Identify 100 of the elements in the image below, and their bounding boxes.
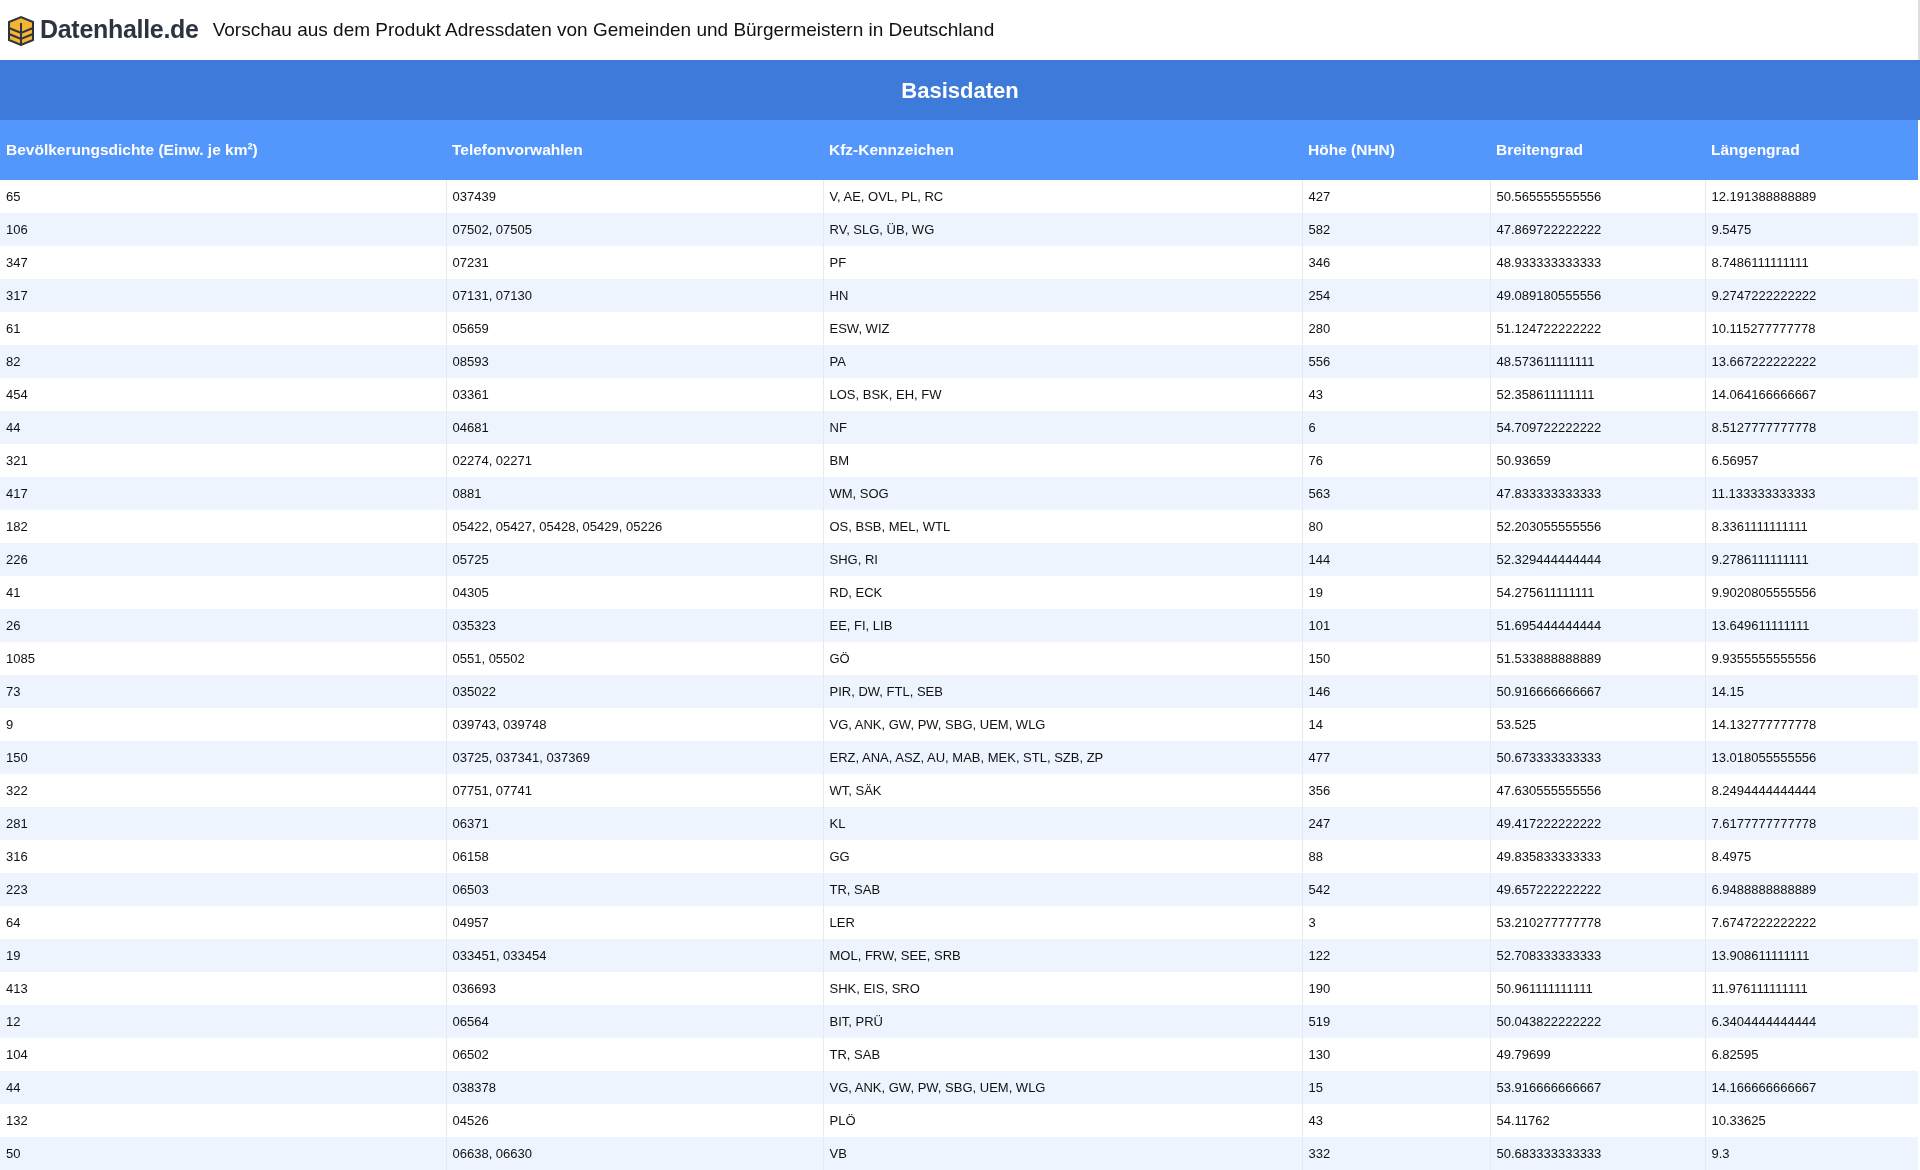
table-cell: 19 xyxy=(0,939,446,972)
column-header: Höhe (NHN) xyxy=(1302,120,1490,180)
table-cell: 9.2747222222222 xyxy=(1705,279,1918,312)
table-cell: 281 xyxy=(0,807,446,840)
table-cell: 44 xyxy=(0,1071,446,1104)
table-cell: 9 xyxy=(0,708,446,741)
table-cell: 06638, 06630 xyxy=(446,1137,823,1170)
table-cell: 61 xyxy=(0,312,446,345)
table-cell: 477 xyxy=(1302,741,1490,774)
table-cell: 0881 xyxy=(446,477,823,510)
table-cell: 6.9488888888889 xyxy=(1705,873,1918,906)
table-cell: 47.833333333333 xyxy=(1490,477,1705,510)
table-cell: PIR, DW, FTL, SEB xyxy=(823,675,1302,708)
table-cell: 8.5127777777778 xyxy=(1705,411,1918,444)
table-cell: 9.2786111111111 xyxy=(1705,543,1918,576)
table-cell: 04681 xyxy=(446,411,823,444)
table-cell: VB xyxy=(823,1137,1302,1170)
table-cell: 106 xyxy=(0,213,446,246)
table-cell: 563 xyxy=(1302,477,1490,510)
table-cell: TR, SAB xyxy=(823,873,1302,906)
table-cell: 50 xyxy=(0,1137,446,1170)
table-cell: 50.916666666667 xyxy=(1490,675,1705,708)
table-cell: 82 xyxy=(0,345,446,378)
table-cell: 417 xyxy=(0,477,446,510)
table-cell: 101 xyxy=(1302,609,1490,642)
table-cell: 11.133333333333 xyxy=(1705,477,1918,510)
table-cell: 07131, 07130 xyxy=(446,279,823,312)
table-cell: 52.708333333333 xyxy=(1490,939,1705,972)
table-cell: ERZ, ANA, ASZ, AU, MAB, MEK, STL, SZB, ZP xyxy=(823,741,1302,774)
table-cell: 321 xyxy=(0,444,446,477)
table-cell: 556 xyxy=(1302,345,1490,378)
table-cell: 132 xyxy=(0,1104,446,1137)
table-cell: 15 xyxy=(1302,1071,1490,1104)
table-cell: 14.166666666667 xyxy=(1705,1071,1918,1104)
table-cell: 223 xyxy=(0,873,446,906)
page-title: Vorschau aus dem Produkt Adressdaten von Gemeinden und Bürgermeistern in Deutschland xyxy=(212,17,995,42)
table-cell: 49.417222222222 xyxy=(1490,807,1705,840)
table-cell: 51.695444444444 xyxy=(1490,609,1705,642)
table-cell: HN xyxy=(823,279,1302,312)
table-cell: 316 xyxy=(0,840,446,873)
table-cell: BIT, PRÜ xyxy=(823,1005,1302,1038)
table-cell: 08593 xyxy=(446,345,823,378)
table-cell: 52.329444444444 xyxy=(1490,543,1705,576)
table-cell: 122 xyxy=(1302,939,1490,972)
table-cell: 322 xyxy=(0,774,446,807)
table-cell: 7.6177777777778 xyxy=(1705,807,1918,840)
column-header: Kfz-Kennzeichen xyxy=(823,120,1302,180)
table-cell: 14.15 xyxy=(1705,675,1918,708)
table-cell: EE, FI, LIB xyxy=(823,609,1302,642)
column-header: Telefonvorwahlen xyxy=(446,120,823,180)
table-cell: 9.5475 xyxy=(1705,213,1918,246)
table-cell: 06503 xyxy=(446,873,823,906)
table-cell: 146 xyxy=(1302,675,1490,708)
table-cell: 73 xyxy=(0,675,446,708)
table-cell: 13.908611111111 xyxy=(1705,939,1918,972)
table-cell: 49.089180555556 xyxy=(1490,279,1705,312)
table-cell: 13.667222222222 xyxy=(1705,345,1918,378)
table-cell: 54.709722222222 xyxy=(1490,411,1705,444)
table-cell: 542 xyxy=(1302,873,1490,906)
table-cell: 254 xyxy=(1302,279,1490,312)
table-cell: 182 xyxy=(0,510,446,543)
table-caption: Basisdaten xyxy=(0,60,1920,120)
table-cell: MOL, FRW, SEE, SRB xyxy=(823,939,1302,972)
table-cell: 454 xyxy=(0,378,446,411)
table-cell: 03725, 037341, 037369 xyxy=(446,741,823,774)
table-cell: 9.3 xyxy=(1705,1137,1918,1170)
table-cell: 41 xyxy=(0,576,446,609)
table-cell: 150 xyxy=(0,741,446,774)
table-cell: 413 xyxy=(0,972,446,1005)
table-cell: 226 xyxy=(0,543,446,576)
table-cell: VG, ANK, GW, PW, SBG, UEM, WLG xyxy=(823,1071,1302,1104)
table-cell: PA xyxy=(823,345,1302,378)
table-cell: 06564 xyxy=(446,1005,823,1038)
table-cell: 26 xyxy=(0,609,446,642)
table-cell: RV, SLG, ÜB, WG xyxy=(823,213,1302,246)
table-cell: 1085 xyxy=(0,642,446,675)
table-cell: 50.673333333333 xyxy=(1490,741,1705,774)
logo-icon xyxy=(6,14,36,46)
column-header: Längengrad xyxy=(1705,120,1918,180)
table-cell: 247 xyxy=(1302,807,1490,840)
table-cell: 50.683333333333 xyxy=(1490,1137,1705,1170)
table-cell: 317 xyxy=(0,279,446,312)
table-cell: 07502, 07505 xyxy=(446,213,823,246)
table-cell: 44 xyxy=(0,411,446,444)
table-cell: 038378 xyxy=(446,1071,823,1104)
table-cell: 13.649611111111 xyxy=(1705,609,1918,642)
column-header: Breitengrad xyxy=(1490,120,1705,180)
table-cell: 035022 xyxy=(446,675,823,708)
table-cell: 332 xyxy=(1302,1137,1490,1170)
table-cell: 48.573611111111 xyxy=(1490,345,1705,378)
logo-text[interactable]: Datenhalle.de xyxy=(40,11,199,49)
table-cell: 519 xyxy=(1302,1005,1490,1038)
table-cell: 12 xyxy=(0,1005,446,1038)
table-cell: 6 xyxy=(1302,411,1490,444)
table-cell: 035323 xyxy=(446,609,823,642)
table-cell: 47.869722222222 xyxy=(1490,213,1705,246)
table-cell: 65 xyxy=(0,180,446,213)
column-header: Bevölkerungsdichte (Einw. je km²) xyxy=(0,120,446,180)
table-cell: 347 xyxy=(0,246,446,279)
table-cell: 53.916666666667 xyxy=(1490,1071,1705,1104)
